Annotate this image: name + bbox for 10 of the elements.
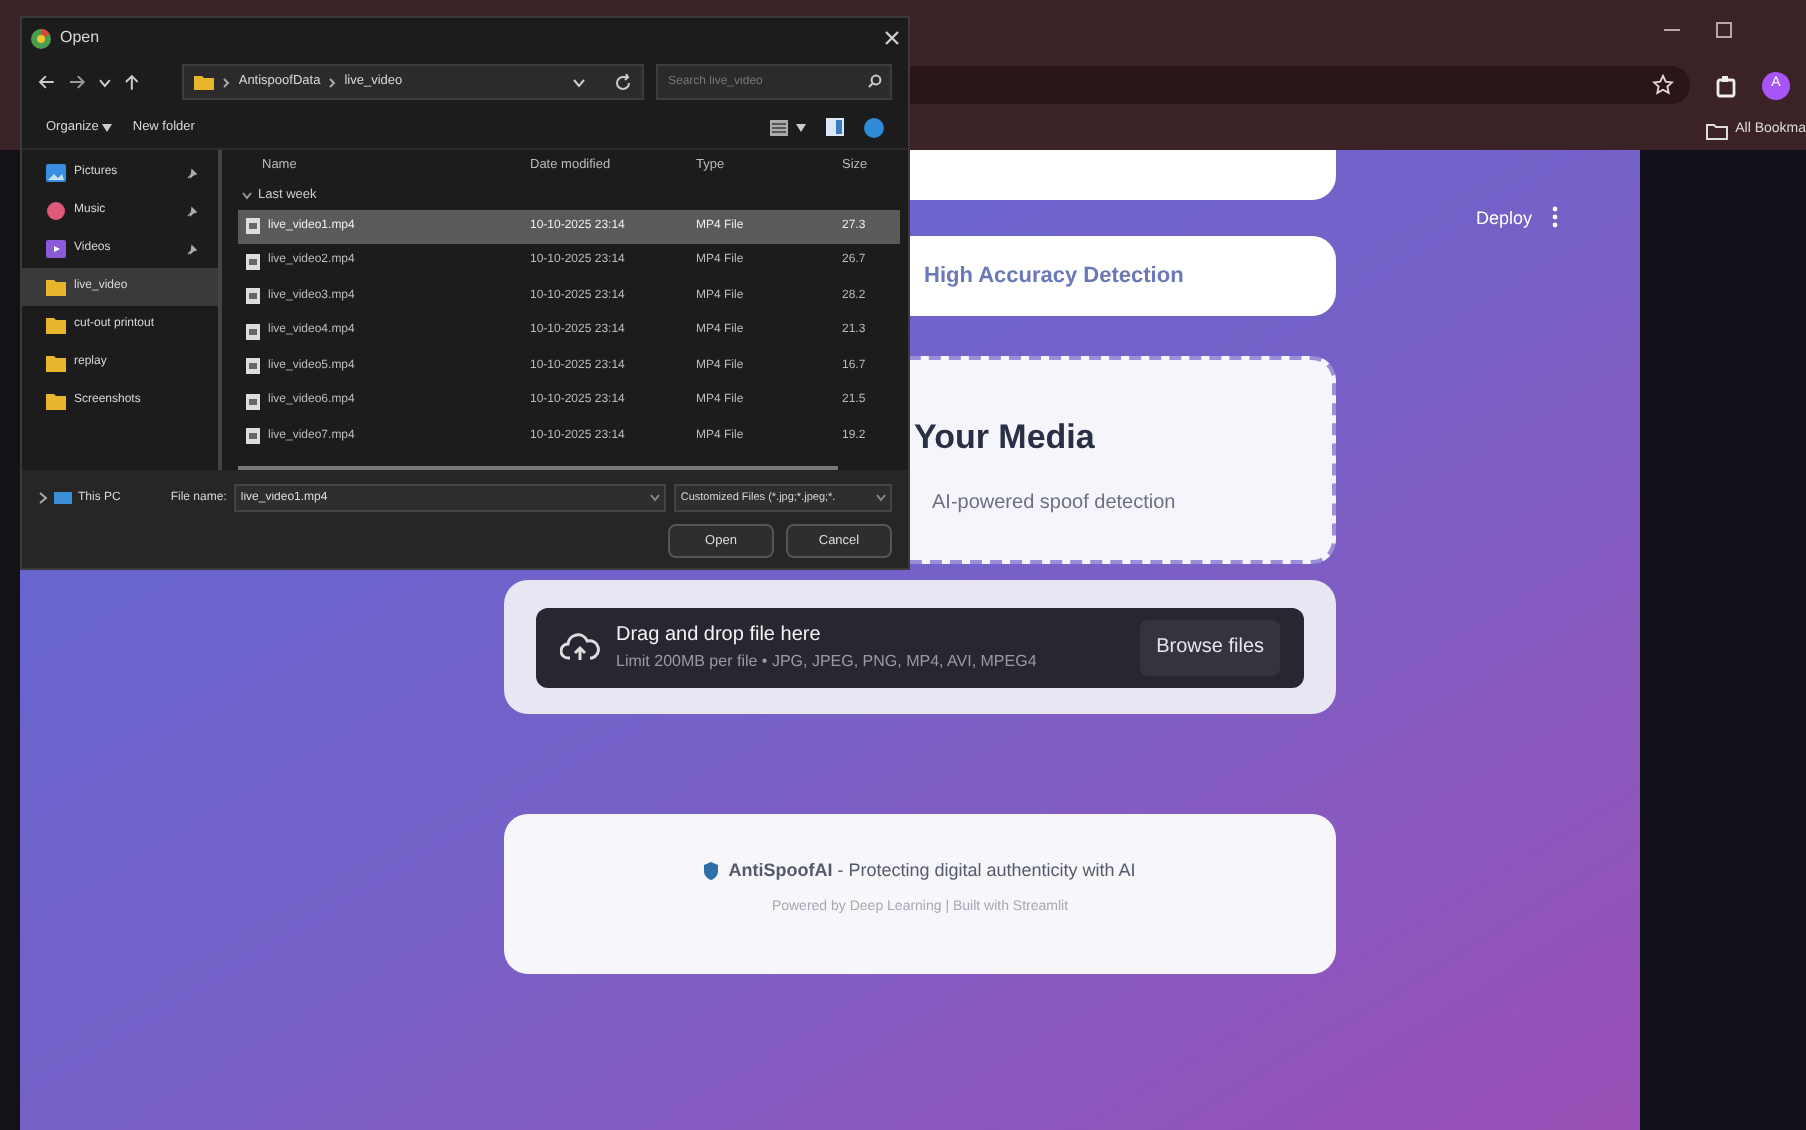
dropzone-title: Drag and drop file here: [616, 622, 823, 650]
section-heading: Your Media: [914, 416, 1097, 460]
browse-files-button[interactable]: Browse files: [1140, 619, 1280, 675]
deploy-link[interactable]: Deploy: [1476, 206, 1533, 233]
footer-text: AntiSpoofAI - Protecting digital authenticity with AI: [728, 858, 1136, 884]
dropzone-hint: Limit 200MB per file • JPG, JPEG, PNG, MP4, AVI, MPEG4: [616, 650, 1039, 674]
dialog-title: Open: [60, 26, 102, 50]
section-subtitle: AI-powered spoof detection: [932, 489, 1178, 517]
dropzone[interactable]: Drag and drop file here Limit 200MB per file • JPG, JPEG, PNG, MP4, AVI, MPEG4 Browse files: [536, 607, 1304, 687]
feature-title: High Accuracy Detection: [924, 261, 1184, 292]
